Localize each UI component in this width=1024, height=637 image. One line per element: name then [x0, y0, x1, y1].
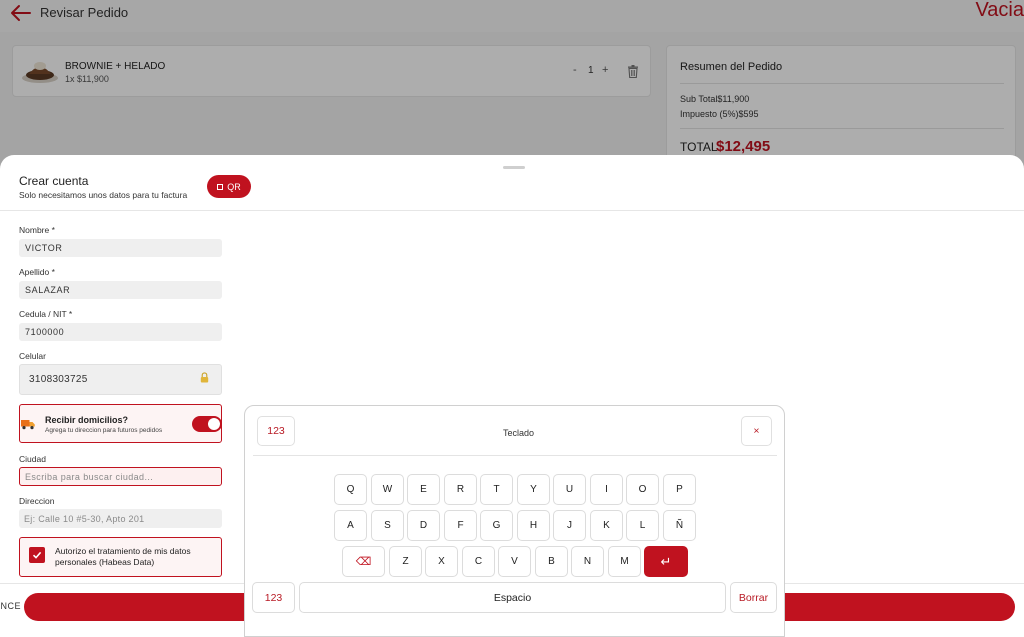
key-y[interactable]: Y — [517, 474, 550, 505]
key-u[interactable]: U — [553, 474, 586, 505]
key-r[interactable]: R — [444, 474, 477, 505]
delivery-toggle-card[interactable]: Recibir domicilios? Agrega tu direccion … — [19, 404, 222, 443]
key-z[interactable]: Z — [389, 546, 422, 577]
delivery-title: Recibir domicilios? — [45, 415, 129, 425]
key-s[interactable]: S — [371, 510, 404, 541]
ciudad-label: Ciudad — [19, 454, 46, 464]
consent-text: Autorizo el tratamiento de mis datos per… — [55, 546, 191, 567]
sheet-subtitle: Solo necesitamos unos datos para tu fact… — [19, 190, 188, 200]
checkmark-icon — [32, 551, 42, 559]
apellido-field[interactable]: SALAZAR — [19, 281, 222, 299]
key-k[interactable]: K — [590, 510, 623, 541]
delivery-truck-icon — [21, 420, 35, 430]
qr-button-label: QR — [227, 181, 241, 192]
key-d[interactable]: D — [407, 510, 440, 541]
cancel-button[interactable]: ANCE — [0, 601, 21, 611]
numeric-toggle-key[interactable]: 123 — [252, 582, 295, 613]
direccion-label: Direccion — [19, 496, 55, 506]
key-t[interactable]: T — [480, 474, 513, 505]
cedula-label: Cedula / NIT * — [19, 309, 73, 319]
key-i[interactable]: I — [590, 474, 623, 505]
backspace-key[interactable]: ⌫ — [342, 546, 385, 577]
key-b[interactable]: B — [535, 546, 568, 577]
celular-label: Celular — [19, 351, 46, 361]
numeric-mode-button[interactable]: 123 — [257, 416, 295, 446]
sheet-drag-handle[interactable] — [503, 166, 525, 169]
clear-key[interactable]: Borrar — [730, 582, 777, 613]
virtual-keyboard: 123 Teclado × Q W E R T Y U I O P A S D … — [244, 405, 785, 637]
consent-checkbox[interactable] — [29, 547, 45, 563]
key-f[interactable]: F — [444, 510, 477, 541]
key-o[interactable]: O — [626, 474, 659, 505]
close-keyboard-button[interactable]: × — [741, 416, 772, 446]
key-enye[interactable]: Ñ — [663, 510, 696, 541]
key-e[interactable]: E — [407, 474, 440, 505]
qr-icon — [217, 183, 224, 190]
celular-field: 3108303725 — [19, 364, 222, 395]
key-a[interactable]: A — [334, 510, 367, 541]
key-h[interactable]: H — [517, 510, 550, 541]
key-c[interactable]: C — [462, 546, 495, 577]
key-v[interactable]: V — [498, 546, 531, 577]
key-g[interactable]: G — [480, 510, 513, 541]
cedula-field[interactable]: 7100000 — [19, 323, 222, 341]
key-x[interactable]: X — [425, 546, 458, 577]
habeas-data-consent[interactable]: Autorizo el tratamiento de mis datos per… — [19, 537, 222, 577]
delivery-toggle-switch[interactable] — [192, 416, 222, 432]
key-n[interactable]: N — [571, 546, 604, 577]
toggle-knob — [208, 418, 220, 430]
qr-button[interactable]: QR — [207, 175, 251, 198]
lock-icon — [200, 372, 209, 383]
divider — [0, 210, 1024, 211]
key-j[interactable]: J — [553, 510, 586, 541]
space-key[interactable]: Espacio — [299, 582, 726, 613]
nombre-field[interactable]: VICTOR — [19, 239, 222, 257]
sheet-title: Crear cuenta — [19, 174, 89, 188]
enter-key[interactable]: ↵ — [644, 546, 688, 577]
direccion-input[interactable]: Ej: Calle 10 #5-30, Apto 201 — [19, 509, 222, 528]
key-p[interactable]: P — [663, 474, 696, 505]
apellido-label: Apellido * — [19, 267, 55, 277]
key-w[interactable]: W — [371, 474, 404, 505]
ciudad-search-input[interactable]: Escriba para buscar ciudad... — [19, 467, 222, 486]
delivery-subtitle: Agrega tu direccion para futuros pedidos — [45, 427, 163, 434]
keyboard-title: Teclado — [503, 428, 535, 438]
key-m[interactable]: M — [608, 546, 641, 577]
divider — [253, 455, 777, 456]
key-q[interactable]: Q — [334, 474, 367, 505]
key-l[interactable]: L — [626, 510, 659, 541]
nombre-label: Nombre * — [19, 225, 55, 235]
